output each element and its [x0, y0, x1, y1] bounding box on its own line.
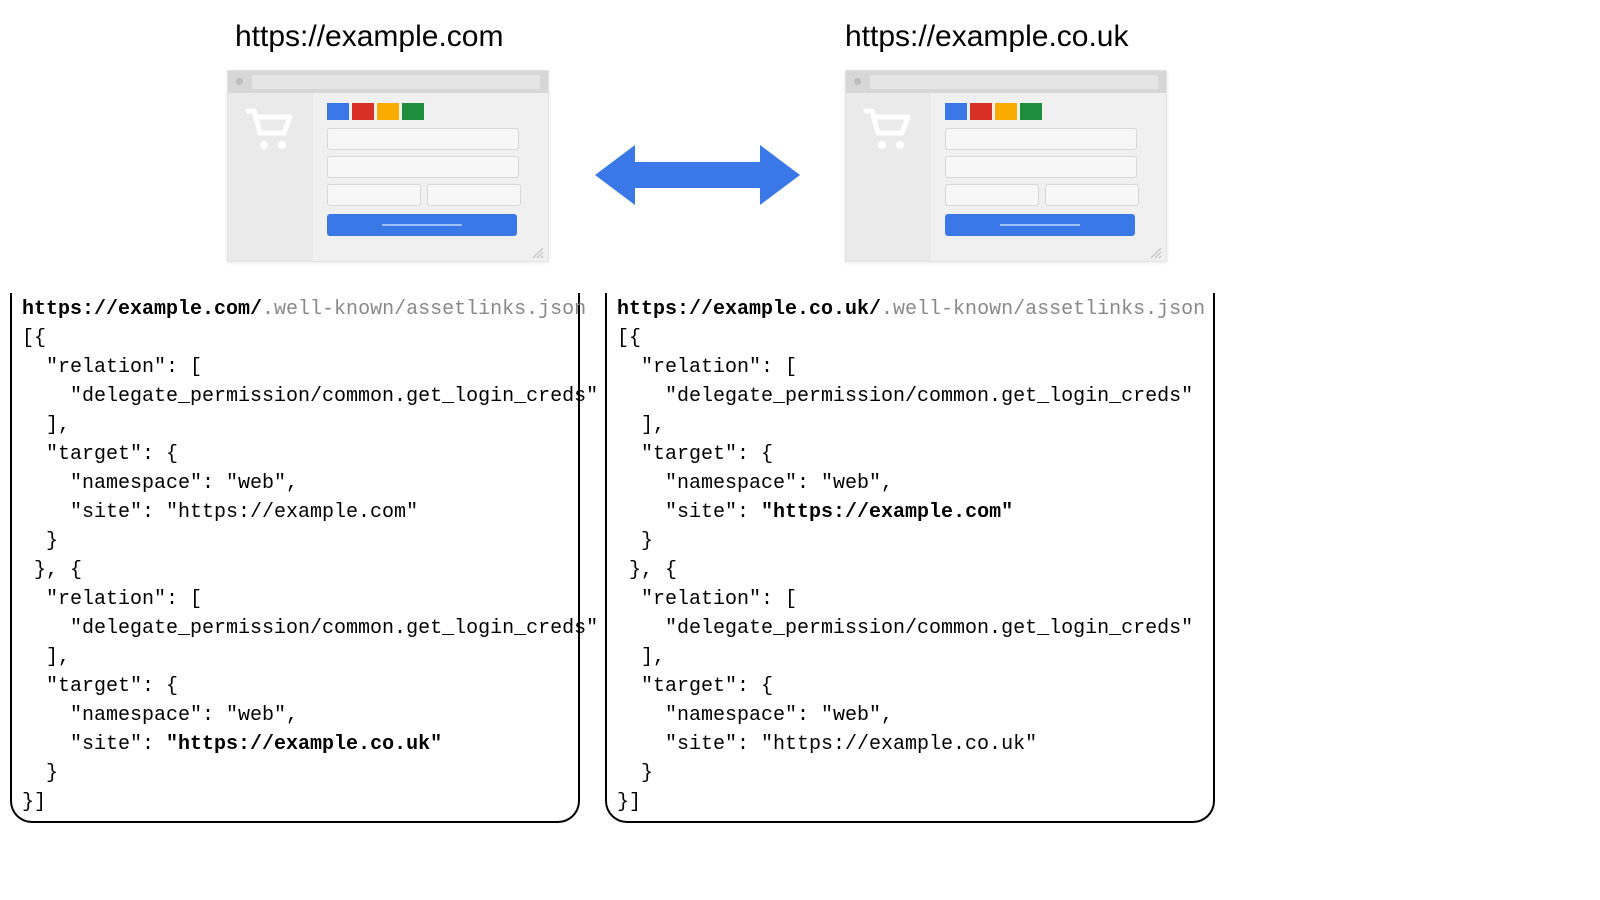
text-field: [945, 128, 1137, 150]
url-prefix: https://example.co.uk/: [617, 298, 881, 321]
text-field: [327, 128, 519, 150]
field-row: [945, 184, 1148, 206]
sidebar: [228, 93, 313, 261]
logo-squares: [327, 103, 530, 120]
right-browser-mockup: [845, 70, 1167, 262]
highlighted-site: "https://example.com": [761, 501, 1013, 524]
right-assetlinks-card: https://example.co.uk/.well-known/assetl…: [605, 293, 1215, 823]
logo-blue: [327, 103, 349, 120]
logo-green: [1020, 103, 1042, 120]
left-assetlinks-card: https://example.com/.well-known/assetlin…: [10, 293, 580, 823]
code-part-a: [{ "relation": [ "delegate_permission/co…: [617, 327, 1193, 524]
code-part-b: } }, { "relation": [ "delegate_permissio…: [617, 530, 1193, 814]
cart-icon: [862, 105, 916, 153]
left-assetlinks-url: https://example.com/.well-known/assetlin…: [22, 293, 568, 324]
window-dot-icon: [236, 78, 243, 85]
text-field-short: [427, 184, 521, 206]
diagram-canvas: https://example.com https://example.co.u…: [0, 0, 1600, 900]
text-field-short: [327, 184, 421, 206]
logo-red: [352, 103, 374, 120]
code-part-b: } }]: [22, 762, 58, 814]
right-assetlinks-url: https://example.co.uk/.well-known/assetl…: [617, 293, 1203, 324]
logo-red: [970, 103, 992, 120]
logo-blue: [945, 103, 967, 120]
window-dot-icon: [854, 78, 861, 85]
code-part-a: [{ "relation": [ "delegate_permission/co…: [22, 327, 598, 756]
form-area: [931, 93, 1166, 261]
url-suffix: .well-known/assetlinks.json: [881, 298, 1205, 321]
browser-titlebar: [228, 71, 548, 93]
text-field-short: [945, 184, 1039, 206]
url-suffix: .well-known/assetlinks.json: [262, 298, 586, 321]
logo-squares: [945, 103, 1148, 120]
submit-button: [327, 214, 517, 236]
left-site-title: https://example.com: [235, 20, 503, 54]
submit-button: [945, 214, 1135, 236]
field-row: [327, 184, 530, 206]
cart-icon: [244, 105, 298, 153]
logo-yellow: [377, 103, 399, 120]
right-assetlinks-json: [{ "relation": [ "delegate_permission/co…: [617, 324, 1203, 817]
text-field: [945, 156, 1137, 178]
sidebar: [846, 93, 931, 261]
resize-icon: [1150, 247, 1162, 259]
logo-yellow: [995, 103, 1017, 120]
bidirectional-arrow-icon: [595, 140, 800, 210]
form-area: [313, 93, 548, 261]
url-prefix: https://example.com/: [22, 298, 262, 321]
address-bar: [870, 75, 1158, 89]
resize-icon: [532, 247, 544, 259]
left-assetlinks-json: [{ "relation": [ "delegate_permission/co…: [22, 324, 568, 817]
right-site-title: https://example.co.uk: [845, 20, 1128, 54]
logo-green: [402, 103, 424, 120]
text-field: [327, 156, 519, 178]
text-field-short: [1045, 184, 1139, 206]
browser-titlebar: [846, 71, 1166, 93]
highlighted-site: "https://example.co.uk": [166, 733, 442, 756]
left-browser-mockup: [227, 70, 549, 262]
address-bar: [252, 75, 540, 89]
